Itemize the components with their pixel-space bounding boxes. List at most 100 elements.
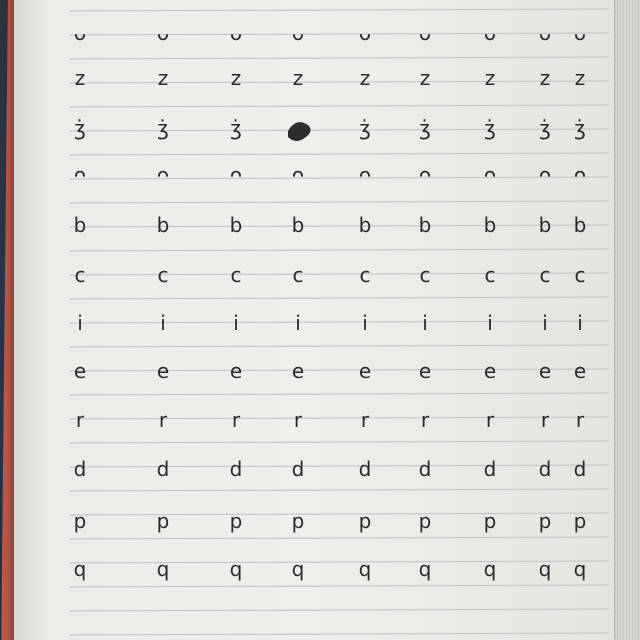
handwritten-letter-c: c xyxy=(158,263,169,287)
handwritten-letter-r: r xyxy=(159,408,168,432)
handwritten-letter-i: i xyxy=(233,311,239,335)
handwritten-letter-u: ᴗ xyxy=(419,21,431,45)
handwritten-letter-ʒ: ʒ̇ xyxy=(157,116,169,140)
handwritten-letter-b: b xyxy=(484,213,497,237)
handwritten-letter-p: p xyxy=(419,509,432,533)
handwritten-letter-q: q xyxy=(230,557,243,581)
handwritten-letter-d: d xyxy=(230,457,243,481)
handwritten-letter-e: e xyxy=(74,359,86,383)
handwritten-letter-d: d xyxy=(574,457,587,481)
handwritten-letter-c: c xyxy=(360,263,371,287)
handwritten-letter-ʒ: ʒ̇ xyxy=(539,116,551,140)
handwritten-letter-d: d xyxy=(419,457,432,481)
handwritten-letter-b: b xyxy=(157,213,170,237)
handwritten-letter-q: q xyxy=(484,557,497,581)
handwritten-letter-e: e xyxy=(574,359,586,383)
handwritten-letter-r: r xyxy=(294,408,303,432)
handwritten-letter-q: q xyxy=(74,557,87,581)
handwritten-letter-d: d xyxy=(359,457,372,481)
handwritten-letter-d: d xyxy=(484,457,497,481)
handwritten-letter-u: ᴗ xyxy=(539,21,551,45)
handwritten-letter-p: p xyxy=(292,509,305,533)
handwritten-letter-c: c xyxy=(540,263,551,287)
handwritten-letter-p: p xyxy=(484,509,497,533)
handwritten-letter-u: ᴗ xyxy=(359,21,371,45)
handwritten-letter-r: r xyxy=(421,408,430,432)
handwritten-letter-i: i xyxy=(487,311,493,335)
handwritten-letter-z: z xyxy=(360,66,371,90)
handwritten-letter-u: ᴗ xyxy=(292,21,304,45)
handwritten-letter-n: ᴖ xyxy=(157,163,169,187)
handwritten-letter-ʒ: ʒ̇ xyxy=(74,116,86,140)
handwritten-letter-e: e xyxy=(230,359,242,383)
handwritten-letter-ʒ: ʒ̇ xyxy=(359,116,371,140)
handwritten-letter-q: q xyxy=(157,557,170,581)
handwritten-letter-c: c xyxy=(231,263,242,287)
handwritten-letter-z: z xyxy=(158,66,169,90)
handwritten-letter-z: z xyxy=(575,66,586,90)
handwritten-letter-n: ᴖ xyxy=(292,163,304,187)
handwritten-letter-n: ᴖ xyxy=(230,163,242,187)
handwritten-letter-p: p xyxy=(230,509,243,533)
handwritten-letter-r: r xyxy=(576,408,585,432)
handwritten-letter-p: p xyxy=(539,509,552,533)
handwritten-letter-ʒ: ʒ̇ xyxy=(484,116,496,140)
handwritten-letter-i: i xyxy=(577,311,583,335)
handwritten-letter-u: ᴗ xyxy=(157,21,169,45)
handwritten-letter-b: b xyxy=(74,213,87,237)
handwritten-letter-b: b xyxy=(230,213,243,237)
handwritten-letter-n: ᴖ xyxy=(359,163,371,187)
handwritten-letter-i: i xyxy=(362,311,368,335)
handwritten-letter-c: c xyxy=(293,263,304,287)
handwritten-letter-ʒ: ʒ̇ xyxy=(230,116,242,140)
handwritten-letter-u: ᴗ xyxy=(484,21,496,45)
handwritten-letter-r: r xyxy=(541,408,550,432)
handwritten-letter-n: ᴖ xyxy=(484,163,496,187)
handwritten-letter-n: ᴖ xyxy=(419,163,431,187)
handwritten-letter-b: b xyxy=(292,213,305,237)
handwritten-letter-u: ᴗ xyxy=(230,21,242,45)
handwritten-letter-i: i xyxy=(160,311,166,335)
handwritten-letter-z: z xyxy=(540,66,551,90)
handwritten-letter-i: i xyxy=(422,311,428,335)
handwritten-letter-d: d xyxy=(539,457,552,481)
handwritten-letter-u: ᴗ xyxy=(74,21,86,45)
handwritten-letter-ʒ: ʒ̇ xyxy=(419,116,431,140)
handwritten-letter-i: i xyxy=(295,311,301,335)
handwritten-letter-z: z xyxy=(420,66,431,90)
handwritten-letter-b: b xyxy=(539,213,552,237)
scribbled-out-mark xyxy=(288,122,311,141)
handwritten-letter-e: e xyxy=(419,359,431,383)
handwritten-letter-p: p xyxy=(74,509,87,533)
handwritten-letter-c: c xyxy=(485,263,496,287)
handwritten-letter-q: q xyxy=(539,557,552,581)
handwritten-letter-z: z xyxy=(293,66,304,90)
handwritten-letter-b: b xyxy=(419,213,432,237)
handwritten-letter-n: ᴖ xyxy=(539,163,551,187)
handwriting-layer: ᴗ ᴗ ᴗ ᴗ ᴗ ᴗ ᴗ ᴗ ᴗz z z z z z z z zʒ̇ ʒ̇ ʒ̇ ʒ̇ ʒ̇ ʒ̇ ʒ̇ ʒ̇ᴖ ᴖ ᴖ ᴖ ᴖ ᴖ… xyxy=(74,21,587,581)
handwritten-letter-r: r xyxy=(361,408,370,432)
handwritten-letter-d: d xyxy=(157,457,170,481)
handwritten-letter-r: r xyxy=(76,408,85,432)
handwritten-letter-p: p xyxy=(574,509,587,533)
handwritten-letter-n: ᴖ xyxy=(74,163,86,187)
handwritten-letter-b: b xyxy=(574,213,587,237)
handwritten-letter-p: p xyxy=(157,509,170,533)
handwritten-letter-c: c xyxy=(75,263,86,287)
handwritten-letter-r: r xyxy=(486,408,495,432)
handwritten-letter-r: r xyxy=(232,408,241,432)
handwritten-letter-u: ᴗ xyxy=(574,21,586,45)
handwritten-letter-b: b xyxy=(359,213,372,237)
handwritten-letter-i: i xyxy=(77,311,83,335)
handwritten-letter-p: p xyxy=(359,509,372,533)
handwritten-letter-c: c xyxy=(575,263,586,287)
handwritten-letter-e: e xyxy=(157,359,169,383)
notebook-photo: ᴗ ᴗ ᴗ ᴗ ᴗ ᴗ ᴗ ᴗ ᴗ z z z z z z z z z ʒ̇ ʒ̇ ʒ̇ ʒ̇ ʒ̇ ʒ̇ ʒ̇ ʒ̇ ᴖ ᴖ ᴖ ᴖ ᴖ ᴖ… xyxy=(0,0,640,640)
handwritten-letter-d: d xyxy=(74,457,87,481)
handwritten-letter-e: e xyxy=(292,359,304,383)
handwritten-letter-e: e xyxy=(539,359,551,383)
handwritten-letter-z: z xyxy=(485,66,496,90)
handwritten-letter-ʒ: ʒ̇ xyxy=(574,116,586,140)
handwritten-letter-i: i xyxy=(542,311,548,335)
handwritten-letter-d: d xyxy=(292,457,305,481)
